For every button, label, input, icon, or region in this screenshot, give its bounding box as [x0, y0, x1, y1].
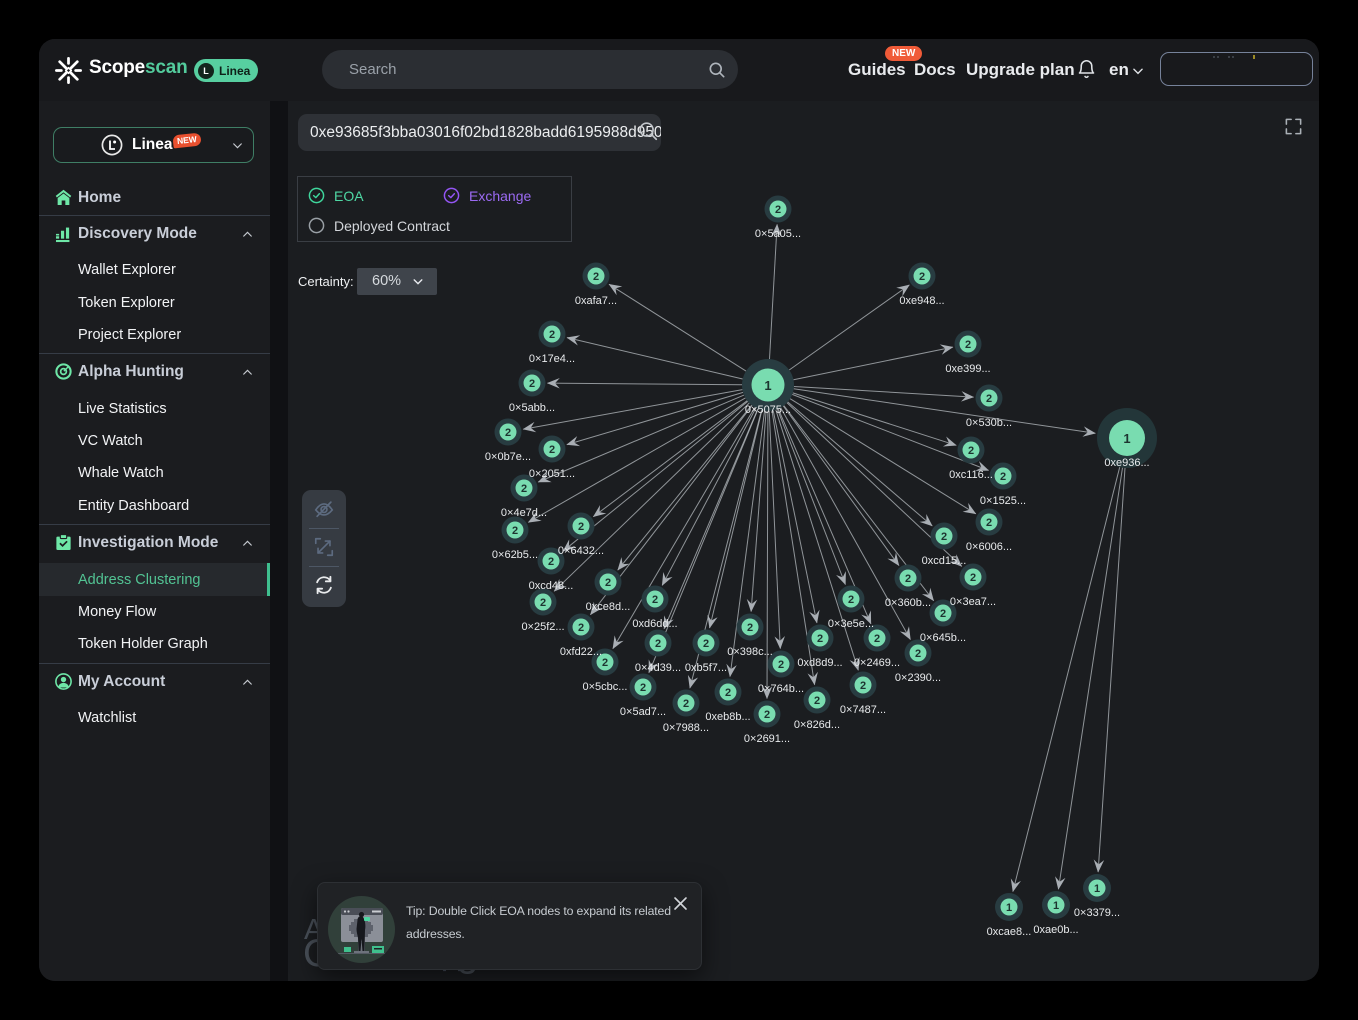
svg-text:0xfd22...: 0xfd22...: [560, 646, 602, 658]
svg-text:0×360b...: 0×360b...: [885, 597, 931, 609]
svg-text:2: 2: [940, 608, 946, 620]
svg-text:0×2390...: 0×2390...: [895, 672, 941, 684]
svg-text:0×1525...: 0×1525...: [980, 495, 1026, 507]
svg-text:2: 2: [778, 659, 784, 671]
svg-text:2: 2: [602, 657, 608, 669]
svg-text:2: 2: [968, 445, 974, 457]
svg-text:0×3ea7...: 0×3ea7...: [950, 596, 996, 608]
svg-text:0xc116...: 0xc116...: [949, 469, 993, 481]
svg-text:2: 2: [605, 577, 611, 589]
svg-text:0xb5f7...: 0xb5f7...: [685, 662, 727, 674]
svg-text:1: 1: [764, 378, 771, 393]
svg-text:0xcae8...: 0xcae8...: [987, 926, 1032, 938]
svg-text:0xd8d9...: 0xd8d9...: [797, 657, 842, 669]
svg-text:0×5075...: 0×5075...: [745, 404, 791, 416]
svg-text:0xd6dd...: 0xd6dd...: [632, 618, 677, 630]
svg-text:1: 1: [1123, 431, 1130, 446]
svg-text:0×645b...: 0×645b...: [920, 632, 966, 644]
svg-text:2: 2: [874, 633, 880, 645]
svg-text:2: 2: [941, 531, 947, 543]
svg-text:0×2691...: 0×2691...: [744, 733, 790, 745]
svg-text:0×5cbc...: 0×5cbc...: [583, 681, 628, 693]
svg-text:2: 2: [848, 594, 854, 606]
svg-text:0xcd48...: 0xcd48...: [529, 580, 574, 592]
svg-text:1: 1: [1094, 883, 1100, 895]
svg-text:0xeb8b...: 0xeb8b...: [705, 711, 750, 723]
svg-text:0×2469...: 0×2469...: [854, 657, 900, 669]
svg-text:2: 2: [919, 271, 925, 283]
svg-text:0×3379...: 0×3379...: [1074, 907, 1120, 919]
svg-text:2: 2: [548, 556, 554, 568]
svg-text:0×7487...: 0×7487...: [840, 704, 886, 716]
svg-text:2: 2: [655, 638, 661, 650]
svg-text:2: 2: [986, 517, 992, 529]
svg-text:0×4d39...: 0×4d39...: [635, 662, 681, 674]
svg-text:0×7988...: 0×7988...: [663, 722, 709, 734]
svg-text:0×5ad7...: 0×5ad7...: [620, 706, 666, 718]
svg-text:0xce8d...: 0xce8d...: [586, 601, 631, 613]
svg-text:0×5a05...: 0×5a05...: [755, 228, 801, 240]
svg-text:2: 2: [529, 378, 535, 390]
svg-text:1: 1: [1053, 900, 1059, 912]
svg-text:2: 2: [965, 339, 971, 351]
svg-text:2: 2: [683, 698, 689, 710]
svg-text:2: 2: [1000, 471, 1006, 483]
svg-text:0×17e4...: 0×17e4...: [529, 353, 575, 365]
svg-text:2: 2: [817, 633, 823, 645]
svg-text:0×398c...: 0×398c...: [727, 646, 773, 658]
svg-text:2: 2: [970, 572, 976, 584]
svg-text:0×4e7d...: 0×4e7d...: [501, 507, 547, 519]
svg-text:2: 2: [775, 204, 781, 216]
svg-text:0xafa7...: 0xafa7...: [575, 295, 617, 307]
svg-text:0xae0b...: 0xae0b...: [1033, 924, 1078, 936]
svg-text:2: 2: [860, 680, 866, 692]
svg-text:2: 2: [578, 622, 584, 634]
svg-text:0×2051...: 0×2051...: [529, 468, 575, 480]
svg-text:2: 2: [905, 573, 911, 585]
svg-text:0xcd15...: 0xcd15...: [922, 555, 967, 567]
svg-text:2: 2: [578, 521, 584, 533]
svg-text:2: 2: [640, 682, 646, 694]
svg-text:2: 2: [593, 271, 599, 283]
svg-text:2: 2: [725, 687, 731, 699]
svg-text:2: 2: [814, 695, 820, 707]
svg-text:0×764b...: 0×764b...: [758, 683, 804, 695]
svg-text:0×826d...: 0×826d...: [794, 719, 840, 731]
svg-text:2: 2: [986, 393, 992, 405]
svg-text:0×62b5...: 0×62b5...: [492, 549, 538, 561]
svg-text:2: 2: [512, 525, 518, 537]
svg-text:0×6006...: 0×6006...: [966, 541, 1012, 553]
svg-text:2: 2: [549, 329, 555, 341]
svg-text:1: 1: [1006, 902, 1012, 914]
svg-text:0×25f2...: 0×25f2...: [521, 621, 564, 633]
svg-text:0×0b7e...: 0×0b7e...: [485, 451, 531, 463]
svg-text:0×530b...: 0×530b...: [966, 417, 1012, 429]
svg-text:2: 2: [540, 597, 546, 609]
svg-text:0xe399...: 0xe399...: [945, 363, 990, 375]
svg-text:0xe948...: 0xe948...: [899, 295, 944, 307]
svg-text:2: 2: [764, 709, 770, 721]
svg-text:2: 2: [703, 638, 709, 650]
svg-text:0xe936...: 0xe936...: [1104, 457, 1149, 469]
svg-text:2: 2: [505, 427, 511, 439]
svg-text:2: 2: [915, 648, 921, 660]
svg-text:0×6432...: 0×6432...: [558, 545, 604, 557]
svg-text:0×3e5e...: 0×3e5e...: [828, 618, 874, 630]
svg-text:2: 2: [747, 622, 753, 634]
svg-text:2: 2: [652, 594, 658, 606]
svg-text:2: 2: [549, 444, 555, 456]
svg-text:2: 2: [521, 483, 527, 495]
svg-text:0×5abb...: 0×5abb...: [509, 402, 555, 414]
